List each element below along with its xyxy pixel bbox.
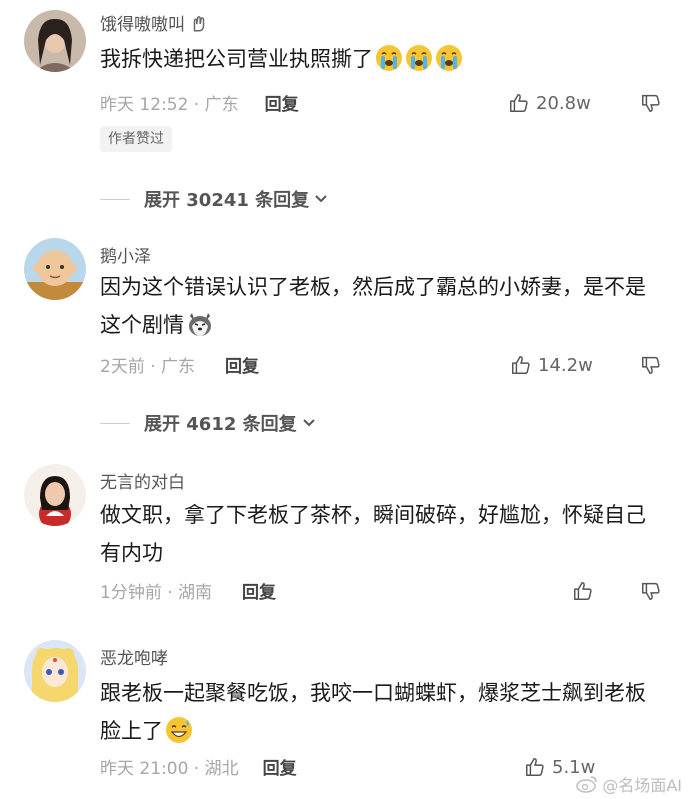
crying-emoji: [405, 44, 433, 72]
comment-meta: 1分钟前 · 湖南 回复: [100, 578, 276, 604]
avatar[interactable]: [24, 464, 86, 526]
comment-text: 跟老板一起聚餐吃饭，我咬一口蝴蝶虾，爆浆芝士飙到老板脸上了: [100, 681, 646, 744]
time-location: 昨天 21:00 · 湖北: [100, 759, 239, 779]
watermark: @名场面AI: [576, 772, 682, 796]
reply-button[interactable]: 回复: [263, 759, 297, 779]
time-location: 昨天 12:52 · 广东: [100, 95, 239, 115]
username[interactable]: 鹅小泽: [100, 242, 151, 267]
thumb-down-icon[interactable]: [640, 580, 662, 602]
thumb-down-icon[interactable]: [640, 354, 662, 376]
like-button[interactable]: 14.2w: [510, 352, 593, 378]
avatar[interactable]: [24, 640, 86, 702]
comment-text: 因为这个错误认识了老板，然后成了霸总的小娇妻，是不是这个剧情: [100, 275, 646, 338]
weibo-logo-icon: [576, 776, 598, 793]
sweat-grin-emoji: [165, 716, 193, 744]
thumb-up-icon: [510, 94, 528, 112]
like-button[interactable]: [572, 578, 600, 604]
reply-button[interactable]: 回复: [265, 95, 299, 115]
thumb-up-icon: [574, 582, 592, 600]
thumb-up-icon: [526, 758, 544, 776]
time-location: 2天前 · 广东: [100, 357, 196, 377]
avatar[interactable]: [24, 10, 86, 72]
wave-hand-icon: [194, 16, 205, 32]
username[interactable]: 恶龙咆哮: [100, 644, 168, 669]
husky-emoji: [186, 310, 214, 338]
like-count: 14.2w: [538, 354, 593, 376]
author-liked-badge: 作者赞过: [100, 126, 172, 152]
username[interactable]: 无言的对白: [100, 468, 185, 493]
divider-line: [100, 422, 130, 424]
comment-meta: 昨天 21:00 · 湖北 回复: [100, 754, 297, 780]
like-button[interactable]: 20.8w: [508, 90, 591, 116]
reply-button[interactable]: 回复: [225, 357, 259, 377]
time-location: 1分钟前 · 湖南: [100, 583, 213, 603]
chevron-down-icon: [315, 195, 327, 203]
username[interactable]: 饿得嗷嗷叫: [100, 10, 208, 35]
avatar[interactable]: [24, 238, 86, 300]
expand-replies-button[interactable]: 展开 4612 条回复: [100, 408, 317, 438]
like-count: 20.8w: [536, 92, 591, 114]
comment-text: 我拆快递把公司营业执照撕了: [100, 40, 660, 78]
thumb-down-icon[interactable]: [640, 92, 662, 114]
comment-meta: 2天前 · 广东 回复: [100, 352, 259, 378]
divider-line: [100, 198, 130, 200]
crying-emoji: [435, 44, 463, 72]
crying-emoji: [375, 44, 403, 72]
comment-text: 做文职，拿了下老板了茶杯，瞬间破碎，好尴尬，怀疑自己有内功: [100, 503, 646, 565]
chevron-down-icon: [302, 419, 315, 427]
expand-replies-button[interactable]: 展开 30241 条回复: [100, 184, 329, 214]
thumb-up-icon: [512, 356, 530, 374]
reply-button[interactable]: 回复: [242, 583, 276, 603]
comment-meta: 昨天 12:52 · 广东 回复: [100, 90, 299, 116]
